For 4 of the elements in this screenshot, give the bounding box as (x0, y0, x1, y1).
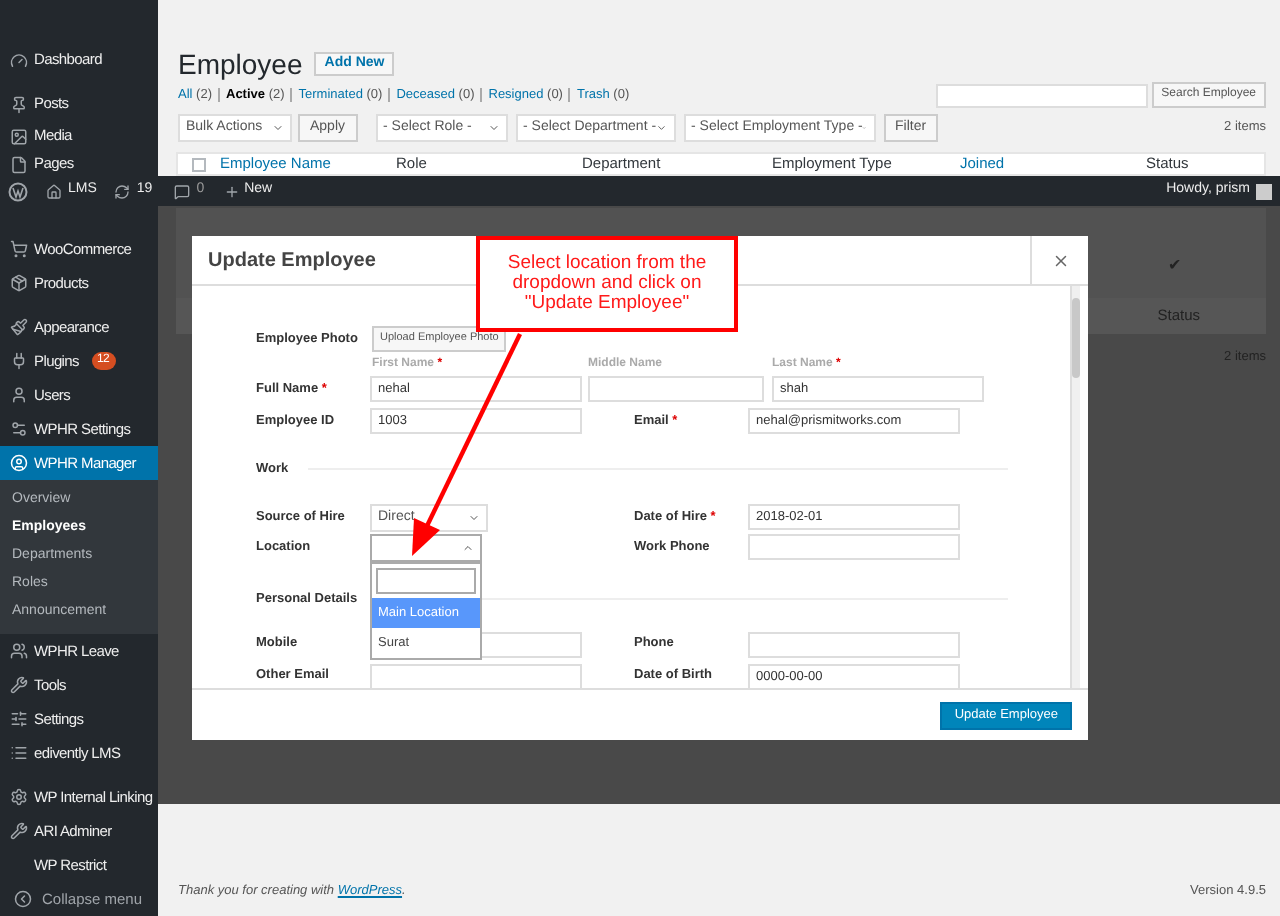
page-title: Employee (178, 45, 303, 84)
annotation-callout: Select location from the dropdown and click on "Update Employee" (476, 236, 738, 332)
modal-title: Update Employee (208, 247, 376, 275)
status-check: ✔ (1168, 254, 1182, 278)
